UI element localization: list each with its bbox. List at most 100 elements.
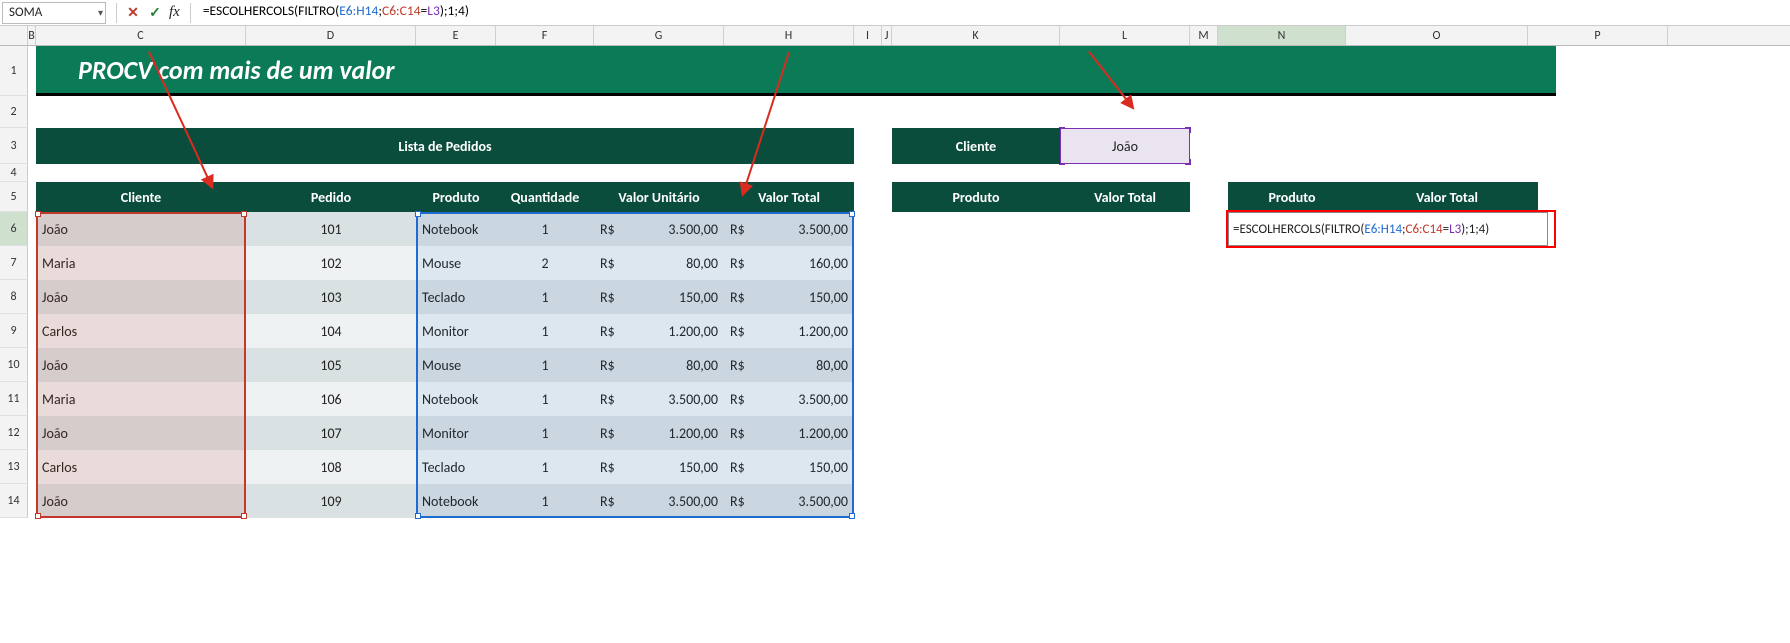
col-header[interactable]: K bbox=[892, 26, 1060, 45]
cell-produto[interactable]: Monitor bbox=[416, 416, 496, 450]
cell-valor-total[interactable]: R$150,00 bbox=[724, 280, 854, 314]
cell-valor-unitario[interactable]: R$3.500,00 bbox=[594, 484, 724, 518]
cell-quantidade[interactable]: 1 bbox=[496, 314, 594, 348]
cell-cliente[interactable]: João bbox=[36, 280, 246, 314]
cell-pedido[interactable]: 101 bbox=[246, 212, 416, 246]
cell-pedido[interactable]: 109 bbox=[246, 484, 416, 518]
cell-quantidade[interactable]: 1 bbox=[496, 212, 594, 246]
row-header[interactable]: 3 bbox=[0, 128, 28, 164]
row-header[interactable]: 13 bbox=[0, 450, 28, 484]
cell-cliente[interactable]: Maria bbox=[36, 246, 246, 280]
cell-valor-total[interactable]: R$3.500,00 bbox=[724, 212, 854, 246]
cell-cliente[interactable]: Maria bbox=[36, 382, 246, 416]
cell-cliente[interactable]: João bbox=[36, 416, 246, 450]
row-header[interactable]: 8 bbox=[0, 280, 28, 314]
cell-pedido[interactable]: 106 bbox=[246, 382, 416, 416]
col-header[interactable]: N bbox=[1218, 26, 1346, 45]
col-header[interactable]: J bbox=[882, 26, 892, 45]
col-header[interactable]: D bbox=[246, 26, 416, 45]
sheet-area[interactable]: PROCV com mais de um valor Lista de Pedi… bbox=[28, 46, 1790, 518]
cell-valor-unitario[interactable]: R$1.200,00 bbox=[594, 416, 724, 450]
cell-valor-total[interactable]: R$3.500,00 bbox=[724, 484, 854, 518]
cell-valor-total[interactable]: R$80,00 bbox=[724, 348, 854, 382]
row-header[interactable]: 11 bbox=[0, 382, 28, 416]
col-header[interactable]: G bbox=[594, 26, 724, 45]
col-header[interactable]: C bbox=[36, 26, 246, 45]
cell-pedido[interactable]: 108 bbox=[246, 450, 416, 484]
row-header[interactable]: 5 bbox=[0, 182, 28, 212]
cell-produto[interactable]: Notebook bbox=[416, 382, 496, 416]
cell-valor-unitario[interactable]: R$3.500,00 bbox=[594, 212, 724, 246]
col-header[interactable]: B bbox=[28, 26, 36, 45]
cell-pedido[interactable]: 103 bbox=[246, 280, 416, 314]
row-header[interactable]: 6 bbox=[0, 212, 28, 246]
col-header[interactable]: P bbox=[1528, 26, 1668, 45]
row-header[interactable]: 10 bbox=[0, 348, 28, 382]
cell-cliente[interactable]: Carlos bbox=[36, 450, 246, 484]
cell-valor-unitario[interactable]: R$3.500,00 bbox=[594, 382, 724, 416]
col-header[interactable]: H bbox=[724, 26, 854, 45]
cell-pedido[interactable]: 105 bbox=[246, 348, 416, 382]
select-all-corner[interactable] bbox=[0, 26, 28, 45]
col-header[interactable]: L bbox=[1060, 26, 1190, 45]
cell-cliente[interactable]: Carlos bbox=[36, 314, 246, 348]
col-header[interactable]: E bbox=[416, 26, 496, 45]
cell-produto[interactable]: Teclado bbox=[416, 450, 496, 484]
cell-valor-total[interactable]: R$1.200,00 bbox=[724, 314, 854, 348]
cell-valor-total[interactable]: R$150,00 bbox=[724, 450, 854, 484]
cell-quantidade[interactable]: 1 bbox=[496, 348, 594, 382]
col-header[interactable]: I bbox=[854, 26, 882, 45]
cell-produto[interactable]: Notebook bbox=[416, 212, 496, 246]
table-row[interactable]: Maria102Mouse2R$80,00R$160,00 bbox=[36, 246, 854, 280]
table-row[interactable]: João105Mouse1R$80,00R$80,00 bbox=[36, 348, 854, 382]
row-header[interactable]: 2 bbox=[0, 96, 28, 128]
cell-produto[interactable]: Mouse bbox=[416, 246, 496, 280]
row-header[interactable]: 14 bbox=[0, 484, 28, 518]
cell-valor-unitario[interactable]: R$150,00 bbox=[594, 280, 724, 314]
cell-produto[interactable]: Notebook bbox=[416, 484, 496, 518]
cell-pedido[interactable]: 102 bbox=[246, 246, 416, 280]
active-cell-editor[interactable]: =ESCOLHERCOLS(FILTRO(E6:H14;C6:C14=L3);1… bbox=[1228, 212, 1548, 246]
table-row[interactable]: Carlos104Monitor1R$1.200,00R$1.200,00 bbox=[36, 314, 854, 348]
cell-quantidade[interactable]: 1 bbox=[496, 484, 594, 518]
formula-input[interactable]: =ESCOLHERCOLS(FILTRO(E6:H14;C6:C14=L3);1… bbox=[197, 2, 1790, 24]
cliente-value-cell[interactable]: João bbox=[1060, 128, 1190, 164]
cell-cliente[interactable]: João bbox=[36, 212, 246, 246]
table-row[interactable]: João109Notebook1R$3.500,00R$3.500,00 bbox=[36, 484, 854, 518]
cell-pedido[interactable]: 104 bbox=[246, 314, 416, 348]
row-header[interactable]: 1 bbox=[0, 46, 28, 96]
cell-cliente[interactable]: João bbox=[36, 484, 246, 518]
fx-icon[interactable]: fx bbox=[167, 4, 184, 21]
table-row[interactable]: João103Teclado1R$150,00R$150,00 bbox=[36, 280, 854, 314]
cell-quantidade[interactable]: 1 bbox=[496, 382, 594, 416]
cell-produto[interactable]: Monitor bbox=[416, 314, 496, 348]
cell-cliente[interactable]: João bbox=[36, 348, 246, 382]
cell-valor-total[interactable]: R$160,00 bbox=[724, 246, 854, 280]
cell-valor-total[interactable]: R$3.500,00 bbox=[724, 382, 854, 416]
cell-valor-unitario[interactable]: R$80,00 bbox=[594, 348, 724, 382]
row-header[interactable]: 9 bbox=[0, 314, 28, 348]
table-row[interactable]: Carlos108Teclado1R$150,00R$150,00 bbox=[36, 450, 854, 484]
col-header[interactable]: O bbox=[1346, 26, 1528, 45]
col-header[interactable]: M bbox=[1190, 26, 1218, 45]
cancel-icon[interactable]: ✕ bbox=[123, 3, 143, 23]
table-row[interactable]: João101Notebook1R$3.500,00R$3.500,00 bbox=[36, 212, 854, 246]
name-box[interactable]: SOMA ▾ bbox=[2, 2, 106, 24]
cell-quantidade[interactable]: 1 bbox=[496, 280, 594, 314]
chevron-down-icon[interactable]: ▾ bbox=[98, 6, 103, 19]
col-header[interactable]: F bbox=[496, 26, 594, 45]
enter-icon[interactable]: ✓ bbox=[145, 3, 165, 23]
cell-quantidade[interactable]: 2 bbox=[496, 246, 594, 280]
cell-valor-unitario[interactable]: R$150,00 bbox=[594, 450, 724, 484]
row-header[interactable]: 12 bbox=[0, 416, 28, 450]
cell-valor-unitario[interactable]: R$80,00 bbox=[594, 246, 724, 280]
cell-produto[interactable]: Teclado bbox=[416, 280, 496, 314]
cell-produto[interactable]: Mouse bbox=[416, 348, 496, 382]
cell-quantidade[interactable]: 1 bbox=[496, 416, 594, 450]
cell-pedido[interactable]: 107 bbox=[246, 416, 416, 450]
table-row[interactable]: Maria106Notebook1R$3.500,00R$3.500,00 bbox=[36, 382, 854, 416]
row-header[interactable]: 7 bbox=[0, 246, 28, 280]
cell-quantidade[interactable]: 1 bbox=[496, 450, 594, 484]
row-header[interactable]: 4 bbox=[0, 164, 28, 182]
table-row[interactable]: João107Monitor1R$1.200,00R$1.200,00 bbox=[36, 416, 854, 450]
